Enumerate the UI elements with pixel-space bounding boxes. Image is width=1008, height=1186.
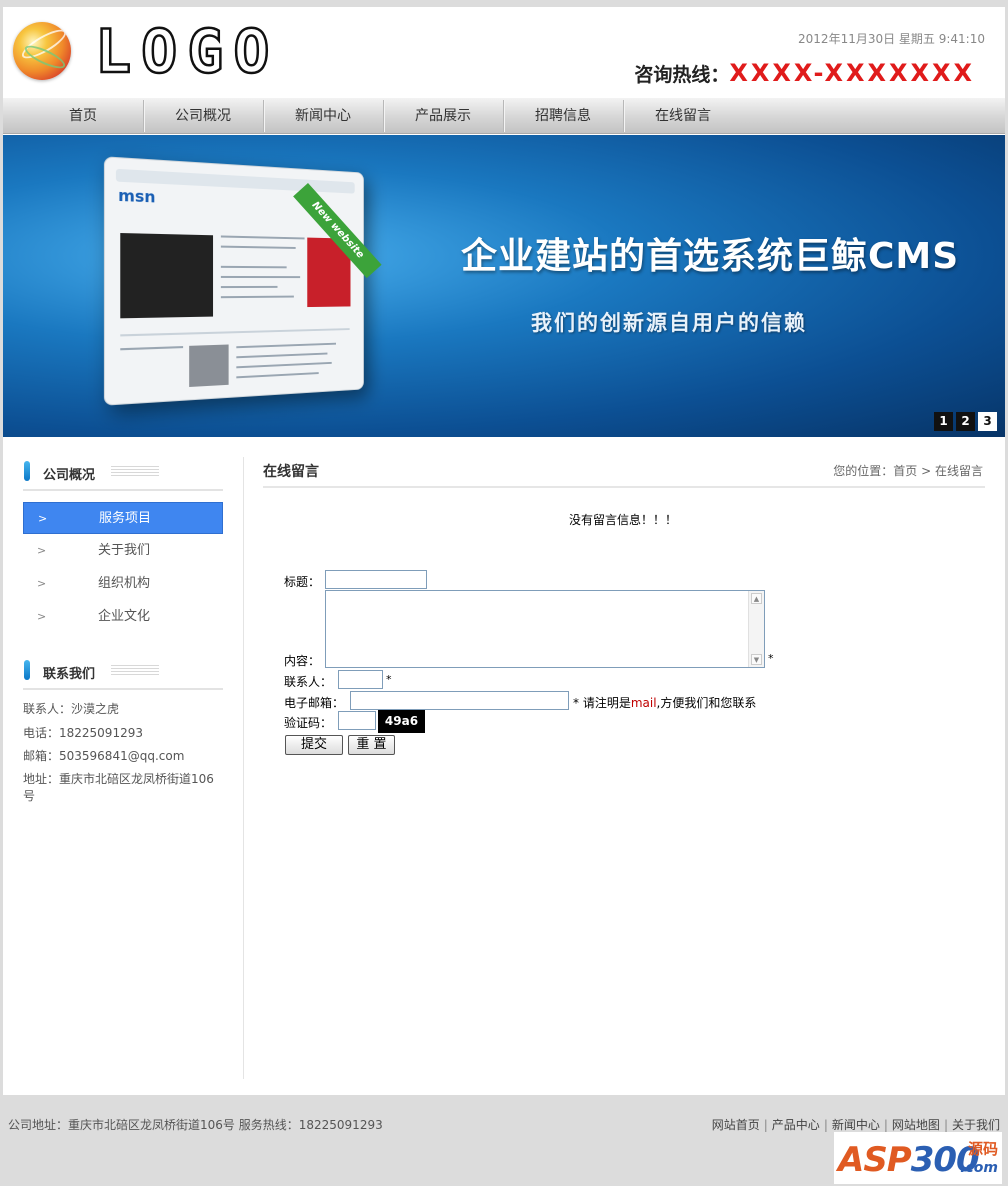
footer-separator: | <box>764 1118 768 1132</box>
page-frame: LOGO 2012年11月30日 星期五 9:41:10 咨询热线：XXXX-X… <box>3 7 1005 1095</box>
watermark-main: ASP300 <box>838 1140 979 1180</box>
banner-page-1[interactable]: 1 <box>934 412 953 431</box>
banner-title: 企业建站的首选系统巨鲸CMS <box>461 227 959 279</box>
email-input[interactable] <box>350 691 569 710</box>
watermark-part-a: ASP <box>838 1140 911 1180</box>
main-divider <box>263 486 985 488</box>
chevron-right-icon: > <box>38 503 47 535</box>
sidebar-item-services[interactable]: > 服务项目 <box>23 502 223 534</box>
sidebar-item-about[interactable]: > 关于我们 <box>23 535 223 567</box>
scroll-up-icon[interactable]: ▲ <box>751 593 762 604</box>
logo-globe-icon[interactable] <box>13 22 71 80</box>
banner-page-3[interactable]: 3 <box>978 412 997 431</box>
mockup-brand: msn <box>118 186 155 207</box>
sidebar-divider <box>23 688 223 690</box>
footer-info: 公司地址：重庆市北碚区龙凤桥街道106号 服务热线：18225091293 <box>8 1116 383 1133</box>
header-date: 2012年11月30日 星期五 9:41:10 <box>798 30 985 47</box>
chevron-right-icon: > <box>37 535 46 567</box>
nav-item-home[interactable]: 首页 <box>23 98 143 134</box>
footer-link-about[interactable]: 关于我们 <box>952 1118 1000 1132</box>
no-message-notice: 没有留言信息！！！ <box>569 511 677 528</box>
watermark-logo: ASP300 源码 .com <box>834 1132 1002 1184</box>
sidebar-item-label: 组织机构 <box>98 568 150 600</box>
logo-text[interactable]: LOGO <box>95 19 280 85</box>
sidebar-item-label: 企业文化 <box>98 601 150 633</box>
sidebar-section-title: 联系我们 <box>43 663 95 682</box>
email-hint-mail: mail <box>631 696 657 710</box>
sidebar-item-label: 关于我们 <box>98 535 150 567</box>
contact-input[interactable] <box>338 670 383 689</box>
breadcrumb-prefix: 您的位置： <box>833 464 893 478</box>
captcha-input[interactable] <box>338 711 376 730</box>
content-textarea[interactable]: ▲ ▼ <box>325 590 765 668</box>
footer-link-products[interactable]: 产品中心 <box>772 1118 820 1132</box>
breadcrumb-separator-icon: > <box>921 464 931 478</box>
sidebar-section-title: 公司概况 <box>43 464 95 483</box>
footer-separator: | <box>824 1118 828 1132</box>
title-label: 标题： <box>284 573 320 590</box>
nav-item-news[interactable]: 新闻中心 <box>263 98 383 134</box>
email-hint: * 请注明是mail,方便我们和您联系 <box>573 694 756 711</box>
hotline-label: 咨询热线： <box>634 64 729 86</box>
contact-person: 联系人：沙漠之虎 <box>23 701 223 718</box>
chevron-right-icon: > <box>37 568 46 600</box>
breadcrumb-home[interactable]: 首页 <box>893 464 917 478</box>
required-mark: * <box>386 673 392 686</box>
submit-button[interactable]: 提交 <box>285 735 343 755</box>
breadcrumb: 您的位置：首页 > 在线留言 <box>833 462 983 479</box>
contact-address: 地址：重庆市北碚区龙凤桥街道106号 <box>23 771 223 805</box>
hotline-number: XXXX-XXXXXXX <box>729 59 975 87</box>
footer-link-home[interactable]: 网站首页 <box>712 1118 760 1132</box>
contact-email: 邮箱：503596841@qq.com <box>23 748 223 765</box>
sidebar-section-contact: 联系我们 <box>23 658 223 682</box>
captcha-image[interactable]: 49a6 <box>378 710 425 733</box>
footer-separator: | <box>884 1118 888 1132</box>
scroll-down-icon[interactable]: ▼ <box>751 654 762 665</box>
captcha-label: 验证码： <box>284 714 332 731</box>
watermark-part-c: 源码 <box>968 1138 998 1159</box>
decor-lines-icon <box>111 466 159 476</box>
footer-separator: | <box>944 1118 948 1132</box>
contact-phone: 电话：18225091293 <box>23 725 223 742</box>
breadcrumb-current: 在线留言 <box>935 464 983 478</box>
hotline: 咨询热线：XXXX-XXXXXXX <box>634 59 975 87</box>
chevron-right-icon: > <box>37 601 46 633</box>
banner-subtitle: 我们的创新源自用户的信赖 <box>531 307 807 337</box>
section-marker-icon <box>24 461 30 481</box>
footer-links: 网站首页 | 产品中心 | 新闻中心 | 网站地图 | 关于我们 <box>712 1116 1000 1133</box>
email-hint-post: ,方便我们和您联系 <box>657 696 757 710</box>
sidebar-item-label: 服务项目 <box>99 503 151 535</box>
email-hint-pre: * 请注明是 <box>573 696 631 710</box>
footer-link-sitemap[interactable]: 网站地图 <box>892 1118 940 1132</box>
contact-label: 联系人： <box>284 673 332 690</box>
nav-item-company[interactable]: 公司概况 <box>143 98 263 134</box>
page-title: 在线留言 <box>263 461 319 481</box>
banner-website-mockup: msn <box>104 156 364 405</box>
email-label: 电子邮箱： <box>284 694 344 711</box>
required-mark: * <box>768 652 774 665</box>
column-divider <box>243 457 244 1079</box>
footer-link-news[interactable]: 新闻中心 <box>832 1118 880 1132</box>
footer-service: 服务热线：18225091293 <box>239 1118 383 1132</box>
sidebar-item-organization[interactable]: > 组织机构 <box>23 568 223 600</box>
content-label: 内容： <box>284 652 320 669</box>
reset-button[interactable]: 重 置 <box>348 735 395 755</box>
main-nav: 首页 公司概况 新闻中心 产品展示 招聘信息 在线留言 <box>3 98 1005 134</box>
sidebar-divider <box>23 489 223 491</box>
banner[interactable]: msn New website 企业建站的首选系统巨鲸CMS 我们的创新源自用户… <box>3 135 1005 437</box>
footer-address: 公司地址：重庆市北碚区龙凤桥街道106号 <box>8 1118 235 1132</box>
nav-item-jobs[interactable]: 招聘信息 <box>503 98 623 134</box>
nav-item-products[interactable]: 产品展示 <box>383 98 503 134</box>
banner-page-2[interactable]: 2 <box>956 412 975 431</box>
nav-item-message[interactable]: 在线留言 <box>623 98 743 134</box>
decor-lines-icon <box>111 665 159 675</box>
title-input[interactable] <box>325 570 427 589</box>
sidebar-item-culture[interactable]: > 企业文化 <box>23 601 223 633</box>
sidebar-section-company: 公司概况 <box>23 459 223 483</box>
section-marker-icon <box>24 660 30 680</box>
watermark-part-d: .com <box>960 1160 998 1176</box>
banner-pager: 123 <box>931 412 997 431</box>
textarea-scrollbar[interactable]: ▲ ▼ <box>748 591 764 667</box>
